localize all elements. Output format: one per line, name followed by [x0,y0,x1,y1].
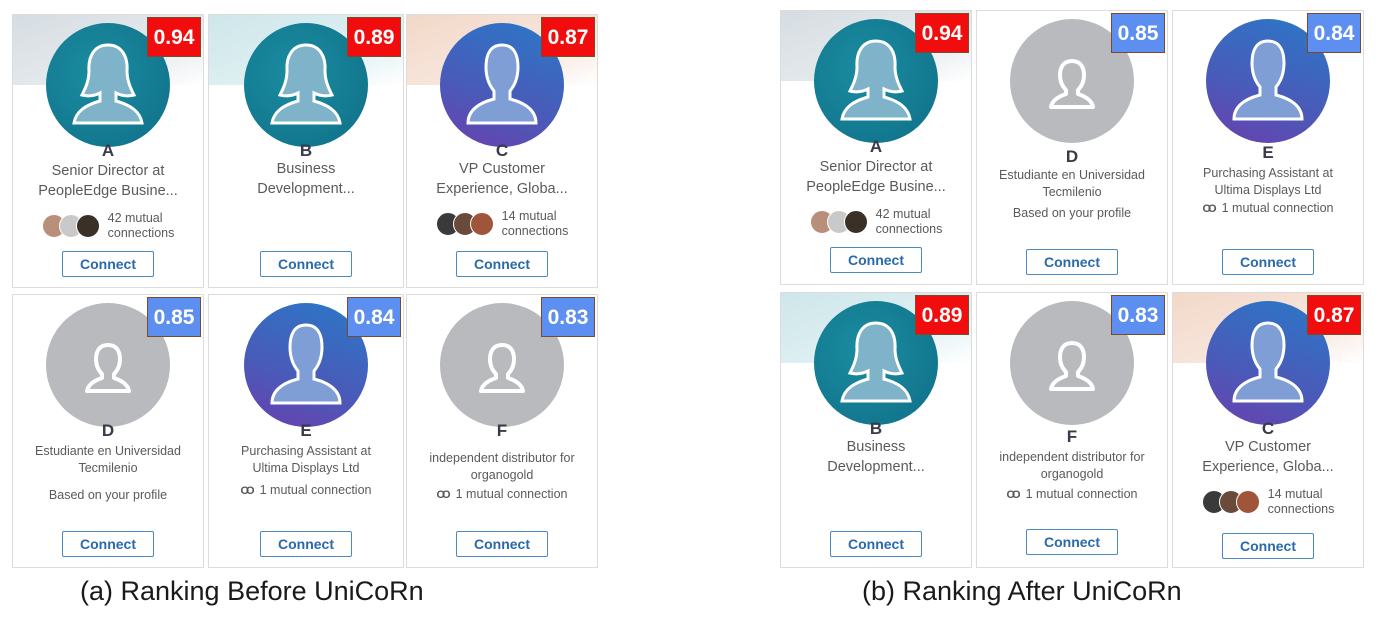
score-badge: 0.94 [147,17,201,57]
profile-headline: Senior Director at PeopleEdge Busine... [806,159,946,195]
connect-button[interactable]: Connect [260,531,352,557]
profile-headline: Estudiante en Universidad Tecmilenio [999,168,1145,199]
profile-headline: VP Customer Experience, Globa... [1202,439,1334,475]
profile-letter: C [495,141,509,160]
score-badge: 0.87 [541,17,595,57]
profile-card-a: 0.94 A Senior Director at PeopleEdge Busi… [12,14,204,288]
profile-card-d: 0.85 D Estudiante en Universidad Tecmilen… [976,10,1168,285]
score-badge: 0.89 [915,295,969,335]
link-icon: OO [1006,488,1020,501]
caption-after: (b) Ranking After UniCoRn [862,576,1182,606]
profile-letter: E [300,421,312,440]
profile-headline: Business Development... [827,439,925,475]
link-icon: OO [240,484,254,497]
profile-letter: F [496,421,508,440]
profile-letter: B [299,141,313,160]
profile-headline: VP Customer Experience, Globa... [436,161,568,197]
score-badge: 0.83 [541,297,595,337]
mutual-connections: 42 mutual connections [13,211,203,241]
connect-button[interactable]: Connect [62,531,154,557]
profile-card-f: 0.83 F independent distributor for organo… [406,294,598,568]
profile-letter: F [1066,427,1078,446]
score-badge: 0.89 [347,17,401,57]
profile-card-b: 0.89 B Business Development... Connect [780,292,972,568]
profile-reason: Based on your profile [1012,206,1132,220]
profile-card-c: 0.87 C VP Customer Experience, Globa... 1… [1172,292,1364,568]
profile-letter: E [1262,143,1274,162]
profile-letter: C [1261,419,1275,438]
profile-headline: Purchasing Assistant at Ultima Displays L… [241,444,371,475]
score-badge: 0.85 [147,297,201,337]
mutual-connections: 42 mutual connections [781,207,971,237]
profile-headline: Purchasing Assistant at Ultima Displays L… [1203,166,1333,197]
profile-letter: D [101,421,115,440]
mutual-connections: OO 1 mutual connection [436,487,568,501]
profile-letter: B [869,419,883,438]
profile-card-d: 0.85 D Estudiante en Universidad Tecmilen… [12,294,204,568]
profile-headline: independent distributor for organogold [999,450,1145,481]
mutual-avatars [435,212,494,236]
mutual-avatars [809,210,868,234]
profile-headline: independent distributor for organogold [429,451,575,482]
connect-button[interactable]: Connect [62,251,154,277]
profile-headline: Estudiante en Universidad Tecmilenio [35,444,181,475]
profile-letter: A [101,141,115,160]
mutual-connections: OO 1 mutual connection [240,483,372,497]
score-badge: 0.85 [1111,13,1165,53]
mutual-connections: 14 mutual connections [1173,487,1363,517]
mutual-avatars [1201,490,1260,514]
connect-button[interactable]: Connect [1222,533,1314,559]
connect-button[interactable]: Connect [260,251,352,277]
connect-button[interactable]: Connect [456,531,548,557]
score-badge: 0.87 [1307,295,1361,335]
profile-card-e: 0.84 E Purchasing Assistant at Ultima Dis… [208,294,404,568]
connect-button[interactable]: Connect [456,251,548,277]
profile-headline: Senior Director at PeopleEdge Busine... [38,163,178,199]
profile-reason: Based on your profile [48,488,168,502]
profile-card-a: 0.94 A Senior Director at PeopleEdge Busi… [780,10,972,285]
profile-card-c: 0.87 C VP Customer Experience, Globa... 1… [406,14,598,288]
score-badge: 0.83 [1111,295,1165,335]
connect-button[interactable]: Connect [830,531,922,557]
mutual-connections: OO 1 mutual connection [1006,487,1138,501]
connect-button[interactable]: Connect [1026,529,1118,555]
profile-letter: D [1065,147,1079,166]
connect-button[interactable]: Connect [830,247,922,273]
profile-card-f: 0.83 F independent distributor for organo… [976,292,1168,568]
connect-button[interactable]: Connect [1222,249,1314,275]
caption-before: (a) Ranking Before UniCoRn [80,576,424,606]
score-badge: 0.94 [915,13,969,53]
connect-button[interactable]: Connect [1026,249,1118,275]
mutual-connections: 14 mutual connections [407,209,597,239]
score-badge: 0.84 [347,297,401,337]
profile-headline: Business Development... [257,161,355,197]
profile-letter: A [869,137,883,156]
score-badge: 0.84 [1307,13,1361,53]
mutual-avatars [41,214,100,238]
profile-card-e: 0.84 E Purchasing Assistant at Ultima Dis… [1172,10,1364,285]
link-icon: OO [436,488,450,501]
mutual-connections: OO 1 mutual connection [1202,201,1334,215]
link-icon: OO [1202,202,1216,215]
profile-card-b: 0.89 B Business Development... Connect [208,14,404,288]
